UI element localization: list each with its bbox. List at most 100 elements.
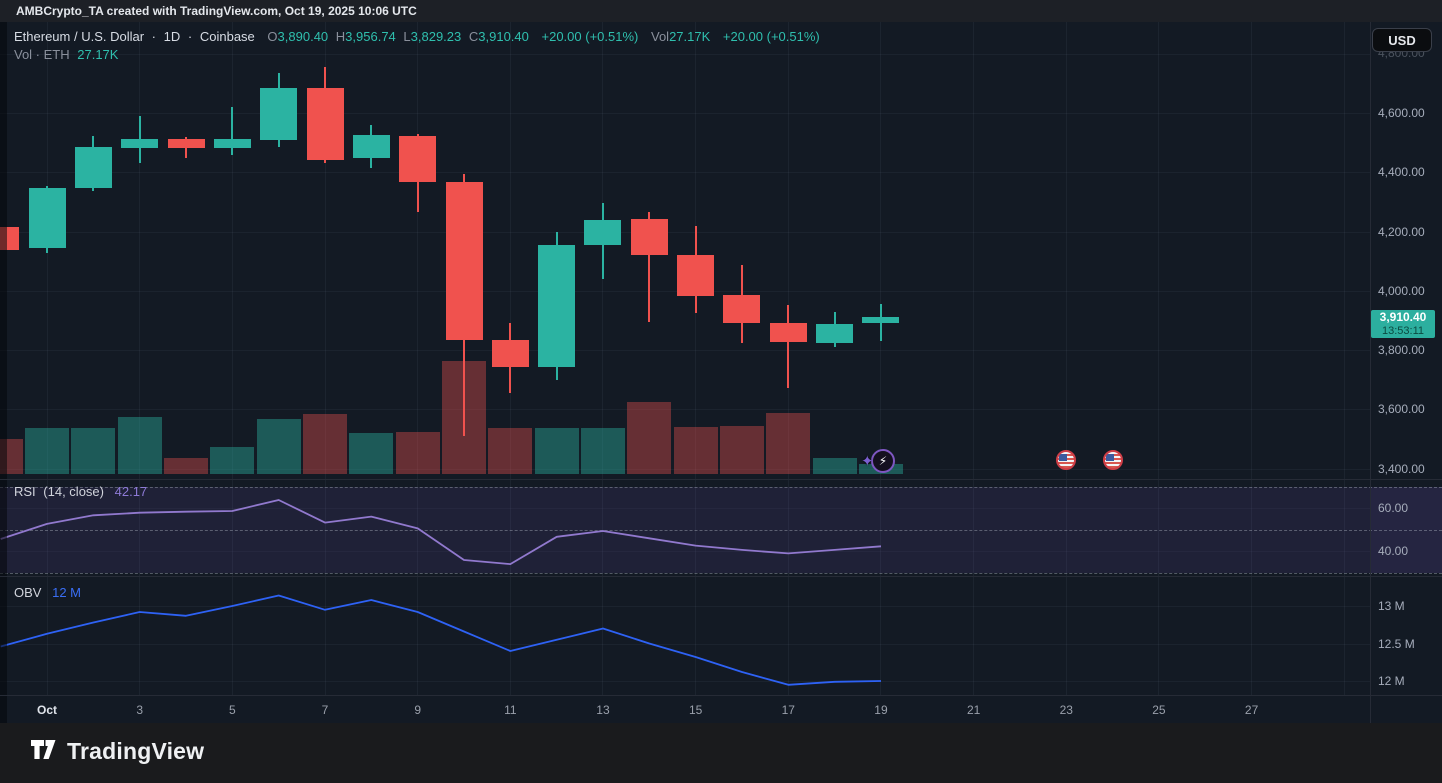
candle-body-Oct-16 <box>723 295 760 323</box>
candle-wick-Oct-5 <box>231 107 233 155</box>
time-tick-label-13[interactable]: 13 <box>583 703 623 717</box>
high-value: 3,956.74 <box>345 29 396 44</box>
candle-body-Oct-18 <box>816 324 853 344</box>
low-value: 3,829.23 <box>411 29 462 44</box>
volume-bar-Oct-4 <box>164 458 208 474</box>
price-tick-label: 3,800.00 <box>1378 343 1425 357</box>
time-tick-label-5[interactable]: 5 <box>212 703 252 717</box>
candle-body-Oct-19 <box>862 317 899 323</box>
grid-line-vertical <box>880 22 881 695</box>
low-letter: L <box>403 29 410 44</box>
candle-body-Oct-4 <box>168 139 205 148</box>
volume-bar-Oct-13 <box>581 428 625 474</box>
candle-body-Oct-6 <box>260 88 297 140</box>
obv-title: OBV <box>14 585 41 600</box>
rsi-legend-row[interactable]: RSI (14, close) 42.17 <box>14 484 147 499</box>
grid-line-horizontal <box>0 681 1370 682</box>
time-tick-label-7[interactable]: 7 <box>305 703 345 717</box>
candle-body-Oct-12 <box>538 245 575 367</box>
grid-line-vertical <box>1158 22 1159 695</box>
time-tick-label-15[interactable]: 15 <box>676 703 716 717</box>
candle-body-Oct-2 <box>75 147 112 188</box>
grid-line-vertical <box>1344 22 1345 695</box>
rsi-level-dashed-line <box>0 487 1442 488</box>
volume-bar-Oct-9 <box>396 432 440 474</box>
volume-bar-Oct-2 <box>71 428 115 474</box>
volume-bar-Oct-15 <box>674 427 718 474</box>
volume-bar-Oct-17 <box>766 413 810 474</box>
time-tick-label-9[interactable]: 9 <box>398 703 438 717</box>
time-tick-label-Oct[interactable]: Oct <box>27 703 67 717</box>
volume-legend-row[interactable]: Vol · ETH 27.17K <box>14 47 118 62</box>
candle-body-Oct-1 <box>29 188 66 248</box>
price-rsi-panel-separator[interactable] <box>0 479 1442 480</box>
symbol-legend-row[interactable]: Ethereum / U.S. Dollar · 1D · Coinbase O… <box>14 29 820 44</box>
symbol-name: Ethereum / U.S. Dollar <box>14 29 144 44</box>
volume-study-value: 27.17K <box>77 47 118 62</box>
rsi-level-dashed-line <box>0 530 1442 531</box>
volume-bar-Oct-3 <box>118 417 162 474</box>
candle-body-Oct-17 <box>770 323 807 342</box>
time-tick-label-11[interactable]: 11 <box>490 703 530 717</box>
candle-body-Oct-9 <box>399 136 436 182</box>
time-tick-label-19[interactable]: 19 <box>861 703 901 717</box>
lightning-idea-marker[interactable]: ⚡ <box>871 449 895 473</box>
time-tick-label-21[interactable]: 21 <box>954 703 994 717</box>
grid-line-vertical <box>1066 22 1067 695</box>
rsi-level-dashed-line <box>0 573 1442 574</box>
obv-value: 12 M <box>52 585 81 600</box>
grid-line-vertical <box>695 22 696 695</box>
obv-tick-label: 12.5 M <box>1378 637 1415 651</box>
us-flag-event-marker[interactable] <box>1103 450 1123 470</box>
grid-line-horizontal <box>0 409 1370 410</box>
rsi-params: (14, close) <box>43 484 104 499</box>
tradingview-logo-icon <box>30 739 57 765</box>
grid-line-horizontal <box>0 113 1370 114</box>
volume-bar-Oct-5 <box>210 447 254 474</box>
obv-tick-label: 13 M <box>1378 599 1405 613</box>
interval-label: 1D <box>164 29 181 44</box>
grid-line-vertical <box>973 22 974 695</box>
volume-bar-Oct-11 <box>488 428 532 474</box>
open-value: 3,890.40 <box>278 29 329 44</box>
legend-separator: · <box>152 29 156 44</box>
price-tick-label: 4,600.00 <box>1378 106 1425 120</box>
grid-line-vertical <box>602 22 603 695</box>
rsi-obv-panel-separator[interactable] <box>0 576 1442 577</box>
high-letter: H <box>336 29 345 44</box>
grid-line-vertical <box>417 22 418 695</box>
candle-body-Oct-5 <box>214 139 251 148</box>
last-price-value: 3,910.40 <box>1371 310 1435 325</box>
time-tick-label-27[interactable]: 27 <box>1232 703 1272 717</box>
last-price-badge: 3,910.40 13:53:11 <box>1371 310 1435 338</box>
us-flag-event-marker[interactable] <box>1056 450 1076 470</box>
grid-line-horizontal <box>0 232 1370 233</box>
close-value: 3,910.40 <box>478 29 529 44</box>
indicator-lines <box>0 0 1442 783</box>
tradingview-logo[interactable]: TradingView <box>30 738 204 765</box>
candle-body-Oct-14 <box>631 219 668 255</box>
candle-wick-Oct-17 <box>787 305 789 388</box>
exchange-label: Coinbase <box>200 29 255 44</box>
time-tick-label-3[interactable]: 3 <box>120 703 160 717</box>
grid-line-horizontal <box>0 172 1370 173</box>
currency-label: USD <box>1388 33 1415 48</box>
change-value: +20.00 (+0.51%) <box>542 29 639 44</box>
grid-line-horizontal <box>0 54 1370 55</box>
chart-canvas[interactable]: 4,600.004,400.004,200.004,000.003,800.00… <box>0 0 1442 783</box>
volume-bar-Oct-8 <box>349 433 393 474</box>
volume-value: 27.17K <box>669 29 710 44</box>
volume-bar-Oct-14 <box>627 402 671 474</box>
currency-toggle-button[interactable]: USD <box>1372 28 1432 52</box>
time-tick-label-17[interactable]: 17 <box>768 703 808 717</box>
candle-body-Oct-7 <box>307 88 344 160</box>
branding-bar: TradingView <box>0 723 1442 783</box>
volume-bar-Oct-16 <box>720 426 764 474</box>
time-axis-separator <box>0 695 1442 696</box>
time-tick-label-23[interactable]: 23 <box>1046 703 1086 717</box>
price-axis-border <box>1370 22 1371 723</box>
time-tick-label-25[interactable]: 25 <box>1139 703 1179 717</box>
volume-study-name: Vol · ETH <box>14 47 70 62</box>
obv-legend-row[interactable]: OBV 12 M <box>14 585 81 600</box>
price-tick-label: 4,200.00 <box>1378 225 1425 239</box>
